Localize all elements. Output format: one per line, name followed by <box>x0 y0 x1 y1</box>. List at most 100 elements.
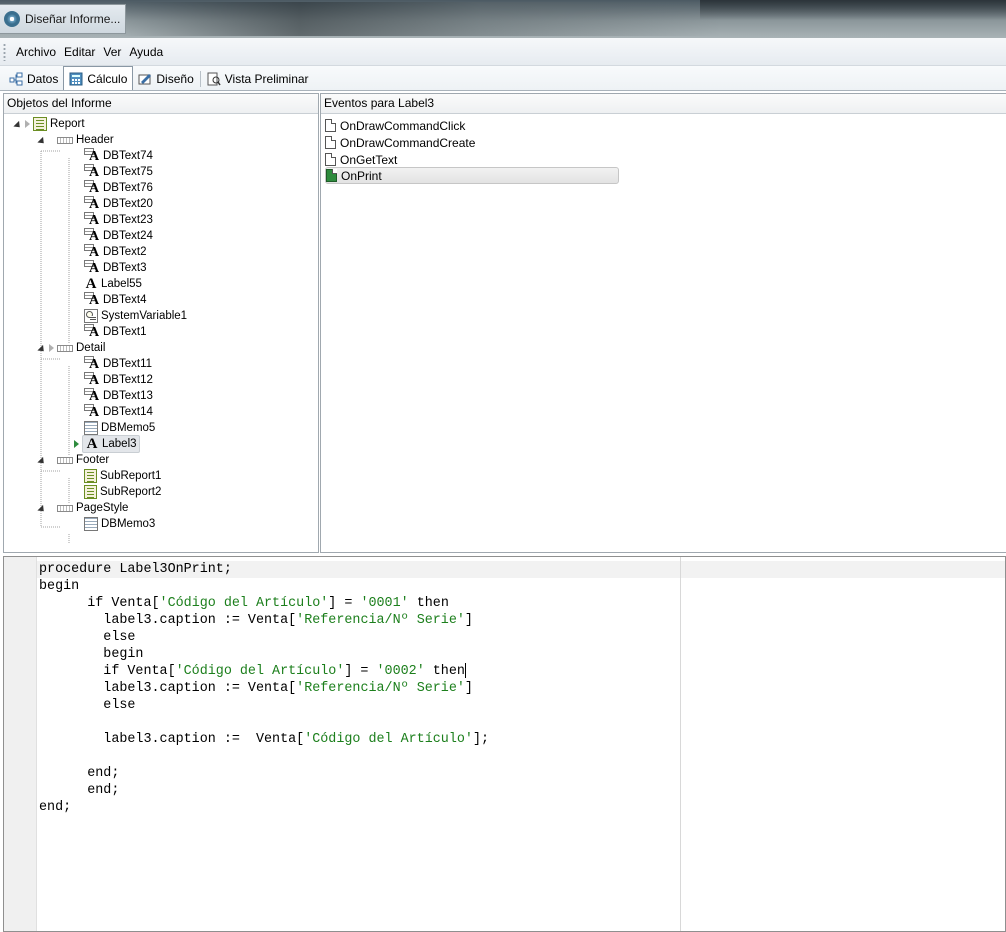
expand-arrow-icon[interactable] <box>37 344 47 354</box>
designer-tab-bar: Datos Cálculo Diseño Vista Preliminar <box>0 66 1006 91</box>
code-line[interactable]: label3.caption := Venta['Referencia/Nº S… <box>39 680 473 697</box>
code-token: if Venta[ <box>39 664 176 680</box>
tab-datos[interactable]: Datos <box>4 68 63 90</box>
editor-right-margin <box>680 557 681 931</box>
code-token: procedure Label3OnPrint; <box>39 562 232 577</box>
tree-node-dbtext76[interactable]: A DBText76 <box>84 180 153 196</box>
app-icon <box>4 11 20 27</box>
tree-node-dbtext13[interactable]: A DBText13 <box>84 388 153 404</box>
code-line[interactable]: procedure Label3OnPrint; <box>39 561 232 578</box>
tree-node-dbtext14[interactable]: A DBText14 <box>84 404 153 420</box>
tree-node-footer[interactable]: Footer <box>37 452 109 468</box>
code-line[interactable]: if Venta['Código del Artículo'] = '0002'… <box>39 663 466 680</box>
code-line[interactable]: else <box>39 629 135 646</box>
tree-node-dbtext74[interactable]: A DBText74 <box>84 148 153 164</box>
tree-node-header[interactable]: Header <box>37 132 114 148</box>
code-token: else <box>39 698 136 713</box>
tree-node-label55[interactable]: A Label55 <box>84 276 142 292</box>
code-line[interactable]: label3.caption := Venta['Código del Artí… <box>39 731 489 748</box>
code-editor[interactable]: procedure Label3OnPrint; begin if Venta['… <box>3 556 1006 932</box>
event-label: OnGetText <box>340 152 398 167</box>
tree-node-subreport2[interactable]: SubReport2 <box>84 484 161 500</box>
code-token: end; <box>39 783 120 798</box>
tree-node-label: DBText75 <box>103 166 153 178</box>
code-token: end; <box>39 766 120 781</box>
code-line[interactable]: end; <box>39 799 71 816</box>
band-icon <box>57 345 73 352</box>
expand-arrow-icon[interactable] <box>37 456 47 466</box>
window-title: Diseñar Informe... <box>25 12 121 26</box>
menu-bar: Archivo Editar Ver Ayuda <box>0 38 1006 66</box>
tree-node-label: Header <box>76 134 114 146</box>
event-ondrawcommandcreate[interactable]: OnDrawCommandCreate <box>325 134 619 151</box>
dbtext-icon: A <box>84 148 100 164</box>
tree-node-dbtext24[interactable]: A DBText24 <box>84 228 153 244</box>
tree-node-dbtext3[interactable]: A DBText3 <box>84 260 146 276</box>
tree-node-dbtext23[interactable]: A DBText23 <box>84 212 153 228</box>
code-token: ]; <box>472 732 490 747</box>
expand-arrow-icon[interactable] <box>37 504 47 514</box>
selected-node-box[interactable]: A Label3 <box>82 435 140 453</box>
tree-node-label3[interactable]: A Label3 <box>74 435 140 453</box>
event-ondrawcommandclick[interactable]: OnDrawCommandClick <box>325 117 619 134</box>
tree-node-pagestyle[interactable]: PageStyle <box>37 500 128 516</box>
expand-arrow-icon[interactable] <box>13 120 23 130</box>
calculator-icon <box>69 72 83 86</box>
tree-node-dbtext4[interactable]: A DBText4 <box>84 292 146 308</box>
tree-node-dbtext11[interactable]: A DBText11 <box>84 356 152 372</box>
dbtext-icon: A <box>84 228 100 244</box>
tree-node-report[interactable]: Report <box>13 116 85 132</box>
menu-ayuda[interactable]: Ayuda <box>125 43 167 61</box>
event-ongettext[interactable]: OnGetText <box>325 151 619 168</box>
document-icon <box>325 153 336 166</box>
band-icon <box>57 505 73 512</box>
node-marker-icon <box>25 120 30 128</box>
dbtext-icon: A <box>84 180 100 196</box>
tab-label: Cálculo <box>87 71 128 86</box>
tree-node-dbtext20[interactable]: A DBText20 <box>84 196 153 212</box>
band-icon <box>57 457 73 464</box>
tree-node-dbtext1[interactable]: A DBText1 <box>84 324 146 340</box>
tree-node-dbtext2[interactable]: A DBText2 <box>84 244 146 260</box>
subreport-icon <box>84 485 97 499</box>
code-token: label3.caption := Venta[ <box>39 732 305 747</box>
event-onprint[interactable]: OnPrint <box>325 167 619 184</box>
tree-node-systemvariable1[interactable]: SystemVariable1 <box>84 308 187 324</box>
menu-archivo[interactable]: Archivo <box>12 43 60 61</box>
code-token: label3.caption := Venta[ <box>39 613 297 628</box>
tab-separator <box>199 71 201 87</box>
tab-diseno[interactable]: Diseño <box>133 68 198 90</box>
code-token: begin <box>39 647 144 662</box>
expand-arrow-icon[interactable] <box>37 136 47 146</box>
code-line[interactable]: else <box>39 697 135 714</box>
code-line[interactable]: if Venta['Código del Artículo'] = '0001'… <box>39 595 449 612</box>
code-line[interactable]: end; <box>39 782 119 799</box>
code-line[interactable]: end; <box>39 765 119 782</box>
code-line[interactable]: label3.caption := Venta['Referencia/Nº S… <box>39 612 473 629</box>
tree-node-dbmemo5[interactable]: DBMemo5 <box>84 420 155 436</box>
tab-vista-preliminar[interactable]: Vista Preliminar <box>202 68 314 90</box>
tree-node-dbtext75[interactable]: A DBText75 <box>84 164 153 180</box>
code-line[interactable]: begin <box>39 646 143 663</box>
tree-node-dbmemo3[interactable]: DBMemo3 <box>84 516 155 532</box>
string-literal: 'Código del Artículo' <box>159 596 329 611</box>
code-token: if Venta[ <box>39 596 160 611</box>
editor-gutter <box>4 557 37 931</box>
tree-node-subreport1[interactable]: SubReport1 <box>84 468 161 484</box>
label-icon: A <box>85 276 97 292</box>
tree-node-dbtext12[interactable]: A DBText12 <box>84 372 153 388</box>
string-literal: 'Código del Artículo' <box>175 664 345 680</box>
string-literal: '0001' <box>360 596 409 611</box>
selected-marker-icon <box>74 440 79 448</box>
code-line[interactable]: begin <box>39 578 79 595</box>
code-token: label3.caption := Venta[ <box>39 681 297 696</box>
code-token: end; <box>39 800 72 815</box>
menu-editar[interactable]: Editar <box>60 43 99 61</box>
tree-node-label: DBText20 <box>103 198 153 210</box>
window-title-tab[interactable]: Diseñar Informe... <box>0 4 126 34</box>
tree-node-detail[interactable]: Detail <box>37 340 105 356</box>
document-icon <box>325 136 336 149</box>
toolbar-grip-icon[interactable] <box>3 42 6 61</box>
tab-calculo[interactable]: Cálculo <box>63 66 134 90</box>
menu-ver[interactable]: Ver <box>99 43 125 61</box>
